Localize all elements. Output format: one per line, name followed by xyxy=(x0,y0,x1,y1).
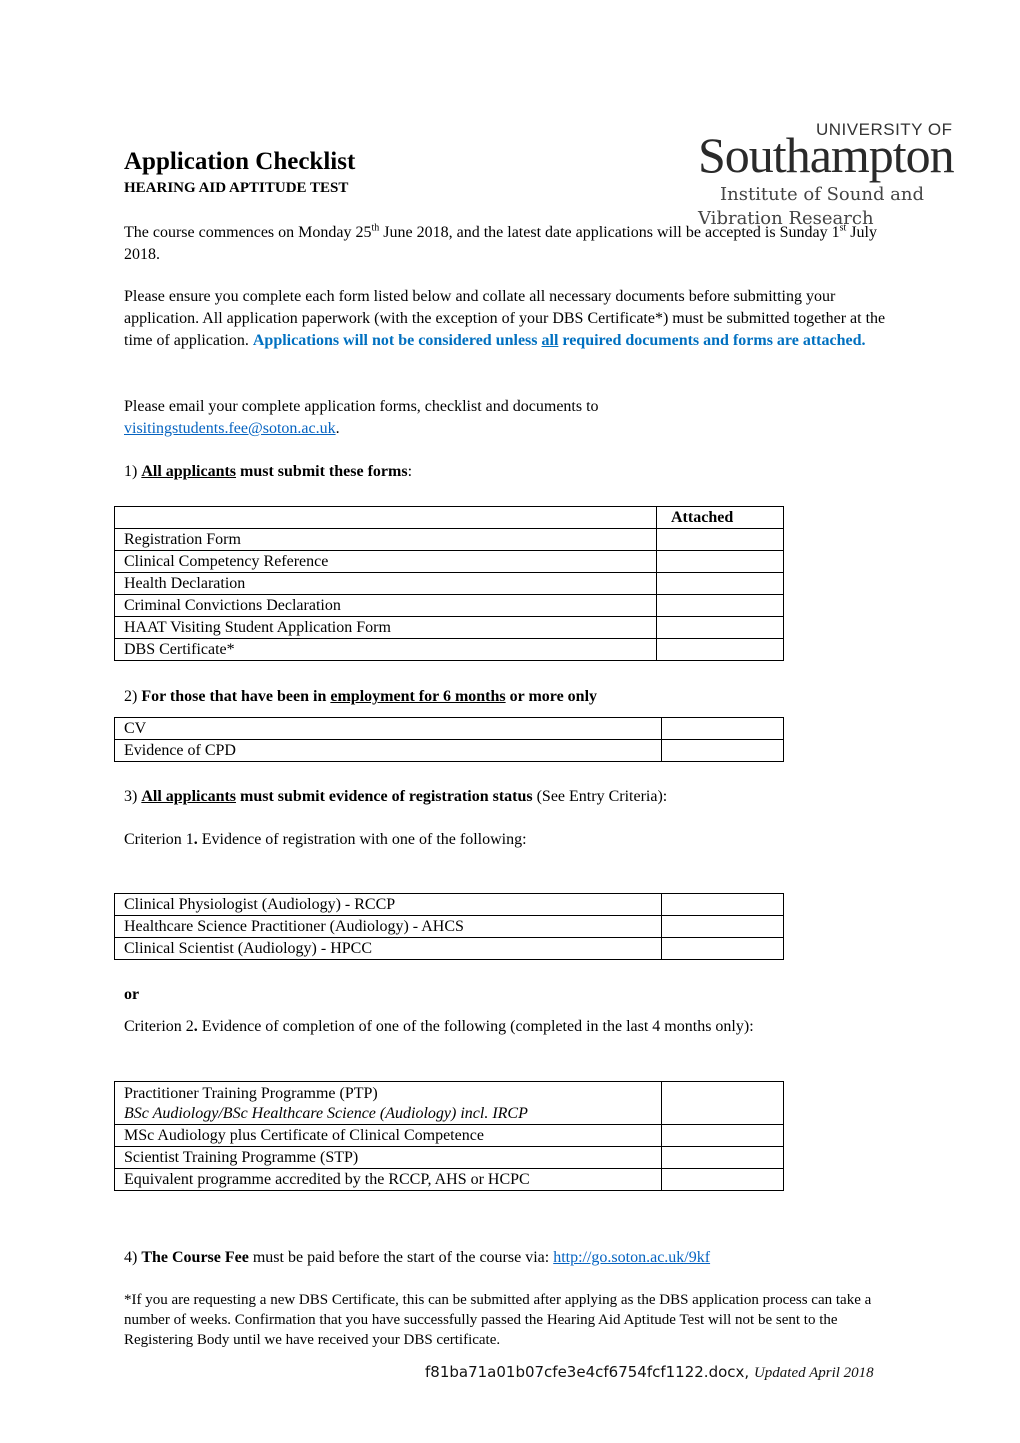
attached-checkbox-cell[interactable] xyxy=(661,937,784,960)
table-row: Clinical Scientist (Audiology) - HPCC xyxy=(114,937,784,960)
logo-institute-line1: Institute of Sound and xyxy=(720,184,925,205)
table-row: Equivalent programme accredited by the R… xyxy=(114,1168,784,1191)
table-header-empty xyxy=(114,506,657,529)
attached-column-header: Attached xyxy=(656,506,784,529)
document-name: Evidence of CPD xyxy=(114,739,662,762)
registration-body: Healthcare Science Practitioner (Audiolo… xyxy=(114,915,662,938)
university-logo: UNIVERSITY OF Southampton Institute of S… xyxy=(698,118,983,234)
employment-documents-table: CV Evidence of CPD xyxy=(114,717,784,762)
footer-filename: f81ba71a01b07cfe3e4cf6754fcf1122.docx xyxy=(425,1363,745,1381)
attached-checkbox-cell[interactable] xyxy=(661,915,784,938)
form-name: DBS Certificate* xyxy=(114,638,657,661)
attached-checkbox-cell[interactable] xyxy=(656,594,784,617)
attached-checkbox-cell[interactable] xyxy=(661,1146,784,1169)
form-name: Registration Form xyxy=(114,528,657,551)
instructions-paragraph: Please ensure you complete each form lis… xyxy=(124,288,886,349)
attached-checkbox-cell[interactable] xyxy=(656,572,784,595)
attached-checkbox-cell[interactable] xyxy=(661,893,784,916)
table-row: Registration Form xyxy=(114,528,784,551)
form-name: Clinical Competency Reference xyxy=(114,550,657,573)
attached-checkbox-cell[interactable] xyxy=(661,1124,784,1147)
criterion-1-label: Criterion 1. Evidence of registration wi… xyxy=(124,831,527,848)
programme-name: Scientist Training Programme (STP) xyxy=(114,1146,662,1169)
table-header-row: Attached xyxy=(114,506,784,529)
attached-checkbox-cell[interactable] xyxy=(656,528,784,551)
footer-updated: Updated April 2018 xyxy=(753,1365,874,1381)
section-1-heading: 1) All applicants must submit these form… xyxy=(124,463,413,480)
registration-body: Clinical Scientist (Audiology) - HPCC xyxy=(114,937,662,960)
attached-checkbox-cell[interactable] xyxy=(656,616,784,639)
form-name: HAAT Visiting Student Application Form xyxy=(114,616,657,639)
criterion-1-table: Clinical Physiologist (Audiology) - RCCP… xyxy=(114,893,784,960)
document-name: CV xyxy=(114,717,662,740)
table-row: Criminal Convictions Declaration xyxy=(114,594,784,617)
registration-body: Clinical Physiologist (Audiology) - RCCP xyxy=(114,893,662,916)
attached-checkbox-cell[interactable] xyxy=(661,1081,784,1125)
warning-text-tail: required documents and forms are attache… xyxy=(558,332,866,349)
email-link[interactable]: visitingstudents.fee@soton.ac.uk xyxy=(124,420,336,437)
programme-name: Equivalent programme accredited by the R… xyxy=(114,1168,662,1191)
table-row: CV xyxy=(114,717,784,740)
table-row: Clinical Competency Reference xyxy=(114,550,784,573)
table-row: HAAT Visiting Student Application Form xyxy=(114,616,784,639)
attached-checkbox-cell[interactable] xyxy=(656,638,784,661)
table-row: Evidence of CPD xyxy=(114,739,784,762)
email-paragraph: Please email your complete application f… xyxy=(124,398,599,437)
form-name: Health Declaration xyxy=(114,572,657,595)
required-forms-table: Attached Registration Form Clinical Comp… xyxy=(114,506,784,661)
logo-southampton: Southampton xyxy=(698,127,955,183)
table-row: DBS Certificate* xyxy=(114,638,784,661)
criterion-2-table: Practitioner Training Programme (PTP) BS… xyxy=(114,1081,784,1191)
document-footer: f81ba71a01b07cfe3e4cf6754fcf1122.docx, U… xyxy=(425,1363,874,1381)
table-row: Practitioner Training Programme (PTP) BS… xyxy=(114,1081,784,1125)
warning-text-all: all xyxy=(541,332,559,349)
programme-name: MSc Audiology plus Certificate of Clinic… xyxy=(114,1124,662,1147)
programme-name: Practitioner Training Programme (PTP) BS… xyxy=(114,1081,662,1125)
or-separator: or xyxy=(124,986,140,1003)
dbs-footnote: *If you are requesting a new DBS Certifi… xyxy=(124,1292,872,1348)
payment-link[interactable]: http://go.soton.ac.uk/9kf xyxy=(553,1249,710,1266)
section-4-course-fee: 4) The Course Fee must be paid before th… xyxy=(124,1249,711,1266)
section-2-heading: 2) For those that have been in employmen… xyxy=(124,688,598,705)
warning-text: Applications will not be considered unle… xyxy=(252,332,542,349)
attached-checkbox-cell[interactable] xyxy=(656,550,784,573)
table-row: Health Declaration xyxy=(114,572,784,595)
table-row: MSc Audiology plus Certificate of Clinic… xyxy=(114,1124,784,1147)
table-row: Scientist Training Programme (STP) xyxy=(114,1146,784,1169)
table-row: Clinical Physiologist (Audiology) - RCCP xyxy=(114,893,784,916)
section-3-heading: 3) All applicants must submit evidence o… xyxy=(124,788,668,805)
form-name: Criminal Convictions Declaration xyxy=(114,594,657,617)
attached-checkbox-cell[interactable] xyxy=(661,739,784,762)
page-subtitle: HEARING AID APTITUDE TEST xyxy=(124,180,349,196)
criterion-2-label: Criterion 2. Evidence of completion of o… xyxy=(124,1018,754,1035)
attached-checkbox-cell[interactable] xyxy=(661,717,784,740)
page-title: Application Checklist xyxy=(124,148,356,175)
attached-checkbox-cell[interactable] xyxy=(661,1168,784,1191)
table-row: Healthcare Science Practitioner (Audiolo… xyxy=(114,915,784,938)
course-dates-paragraph: The course commences on Monday 25th June… xyxy=(124,222,877,263)
